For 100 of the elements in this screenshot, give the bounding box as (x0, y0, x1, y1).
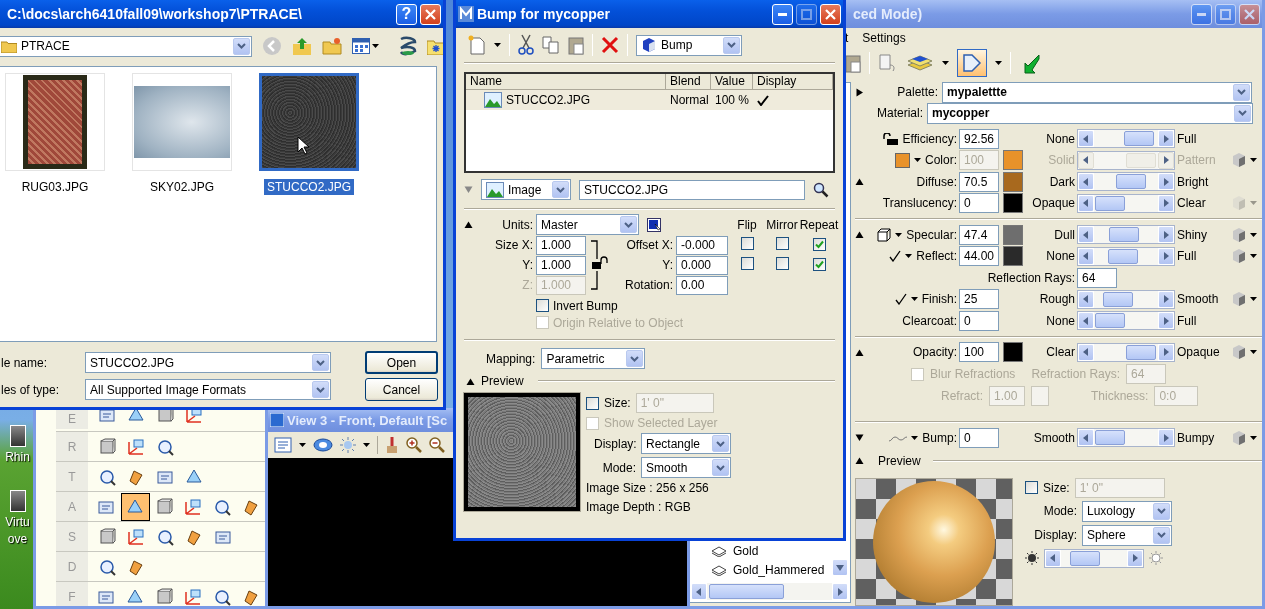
column-header: Flip (737, 217, 757, 232)
open-button[interactable]: Open (365, 351, 438, 374)
checkbox-label: Origin Relative to Object (553, 315, 684, 330)
field-label: Z: (522, 278, 533, 292)
icon-label: Virtu (5, 515, 30, 529)
field-label: Size: (1043, 480, 1070, 495)
table-cell-text: Normal (669, 93, 710, 107)
field-label: Translucency: (882, 196, 957, 211)
offset-field[interactable]: -0.000 (676, 235, 728, 255)
row-letter: T (56, 462, 88, 491)
range-label: Full (1177, 313, 1198, 328)
value-field[interactable]: 47.4 (959, 224, 999, 245)
field-label: Opacity: (913, 345, 957, 360)
row-letter: E (56, 408, 88, 429)
section-title: Preview (878, 453, 921, 468)
mode-combo[interactable]: Luxology (1082, 500, 1172, 522)
icon-label: Rhin (5, 450, 30, 464)
table-row[interactable]: STUCCO2.JPG Normal 100 % (466, 90, 833, 110)
mode-combo[interactable]: Smooth (641, 457, 731, 478)
info-text: Image Depth : RGB (586, 500, 692, 514)
field-label: Diffuse: (916, 174, 957, 189)
cancel-button[interactable]: Cancel (365, 378, 438, 401)
field-label: Thickness: (1091, 389, 1149, 403)
offset-field[interactable]: 0.000 (676, 255, 728, 275)
field-label: Offset X: (626, 238, 673, 252)
folder-combo[interactable]: PTRACE (0, 35, 252, 57)
field-label: Display: (1033, 528, 1077, 542)
column-header[interactable]: Value (711, 74, 753, 89)
display-combo[interactable]: Sphere (1082, 524, 1172, 546)
value-field[interactable]: 70.5 (959, 171, 999, 192)
value-field[interactable]: 0 (959, 427, 999, 448)
size-field[interactable]: 1.000 (536, 235, 586, 255)
field-label: Color: (925, 153, 957, 168)
value-field[interactable]: 0 (959, 193, 999, 214)
value-field[interactable]: 0 (959, 310, 999, 331)
column-header: Mirror (766, 217, 798, 232)
value-field[interactable]: 64 (1077, 267, 1117, 288)
material-combo[interactable]: mycopper (927, 102, 1253, 124)
column-header[interactable]: Display (753, 74, 833, 89)
field-label: Material: (876, 106, 923, 120)
range-label: Full (1177, 249, 1198, 264)
field-label: Palette: (896, 85, 938, 99)
field-label: Mapping: (486, 351, 536, 366)
row-letter: A (56, 492, 88, 521)
field-label: Size: (604, 396, 631, 410)
field-label: Mode: (601, 460, 636, 475)
section-title: Preview (481, 374, 524, 388)
field-label: les of type: (1, 382, 60, 397)
range-label: Dark (1049, 174, 1075, 189)
mapping-combo[interactable]: Parametric (541, 348, 646, 369)
field-label: Refract: (941, 389, 983, 403)
range-label: Shiny (1177, 227, 1209, 242)
range-label: None (1046, 131, 1075, 146)
tree-item[interactable]: Gold (733, 543, 759, 558)
field-label: Finish: (921, 292, 957, 307)
range-label: None (1046, 313, 1075, 328)
file-type-combo[interactable]: All Supported Image Formats (85, 379, 331, 400)
field-label: Refraction Rays: (1031, 367, 1121, 381)
row-letter: D (56, 552, 88, 581)
map-file-field[interactable]: STUCCO2.JPG (579, 179, 805, 200)
info-text: Image Size : 256 x 256 (586, 481, 710, 495)
range-label: Clear (1046, 345, 1075, 360)
range-label: Rough (1039, 292, 1075, 307)
field-label: Y: (662, 258, 673, 272)
range-label: Bright (1177, 174, 1210, 189)
range-label: Pattern (1177, 153, 1217, 168)
units-combo[interactable]: Master (536, 214, 639, 235)
range-label: Opaque (1032, 196, 1075, 211)
checkbox-label: Show Selected Layer (604, 416, 718, 430)
palette-combo[interactable]: mypalettte (942, 81, 1252, 103)
map-source-combo[interactable]: Image (481, 179, 571, 200)
range-label: Smooth (1033, 430, 1075, 445)
value-field[interactable]: 92.56 (959, 128, 999, 149)
value-field[interactable]: 25 (959, 289, 999, 310)
field-label: Size X: (495, 238, 533, 252)
window-title: View 3 - Front, Default [Sc (287, 412, 448, 428)
icon-label: ove (7, 532, 28, 546)
checkbox-label: Blur Refractions (930, 367, 1016, 381)
map-type-combo[interactable]: Bump (636, 34, 742, 56)
field-label: Clearcoat: (902, 313, 957, 328)
column-header[interactable]: Blend (666, 74, 711, 89)
checkbox-label: Invert Bump (553, 298, 618, 313)
field-label: Efficiency: (902, 131, 957, 146)
display-combo[interactable]: Rectangle (641, 433, 731, 454)
field-label: Specular: (906, 227, 957, 242)
range-label: Solid (1048, 153, 1075, 168)
help-button[interactable]: ? (396, 3, 417, 25)
menu-item[interactable]: Settings (862, 31, 906, 45)
tree-item[interactable]: Gold_Hammered (733, 562, 825, 577)
row-letter: R (56, 432, 88, 461)
value-field[interactable]: 44.00 (959, 246, 999, 267)
row-letter: F (56, 582, 88, 606)
size-field[interactable]: 1.000 (536, 255, 586, 275)
range-label: Smooth (1177, 292, 1220, 307)
field-label: Mode: (1042, 504, 1077, 518)
file-name-field[interactable]: STUCCO2.JPG (85, 352, 331, 373)
range-label: Dull (1054, 227, 1075, 242)
range-label: Opaque (1177, 345, 1221, 360)
value-field[interactable]: 100 (959, 342, 999, 363)
column-header[interactable]: Name (466, 74, 666, 89)
